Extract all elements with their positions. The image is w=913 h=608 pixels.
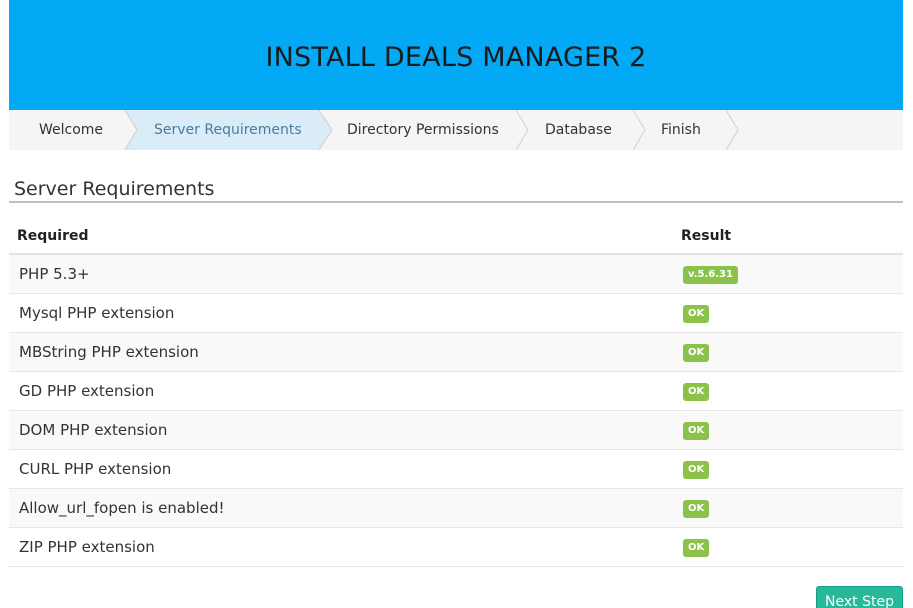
status-badge: OK [683,500,710,518]
table-row: PHP 5.3+ v.5.6.31 [9,255,903,294]
next-step-button[interactable]: Next Step [816,586,903,608]
page-title: INSTALL DEALS MANAGER 2 [265,41,647,73]
status-badge: OK [683,344,710,362]
requirement-name: Mysql PHP extension [19,304,175,322]
status-badge: OK [683,305,710,323]
table-row: CURL PHP extension OK [9,450,903,489]
requirement-name: GD PHP extension [19,382,155,400]
status-badge: OK [683,383,710,401]
chevron-right-icon [633,110,646,150]
table-header: Required Result [9,216,903,255]
column-header-result: Result [681,228,732,244]
step-label: Directory Permissions [347,122,499,138]
requirement-name: MBString PHP extension [19,343,199,361]
step-welcome[interactable]: Welcome [9,110,125,150]
step-label: Database [545,122,612,138]
step-server-requirements[interactable]: Server Requirements [127,110,325,150]
status-badge: OK [683,422,710,440]
status-badge: v.5.6.31 [683,266,738,284]
table-row: GD PHP extension OK [9,372,903,411]
step-label: Finish [661,122,701,138]
step-database[interactable]: Database [530,110,634,150]
requirements-table: Required Result PHP 5.3+ v.5.6.31 Mysql … [9,216,903,567]
requirement-name: DOM PHP extension [19,421,168,439]
status-badge: OK [683,461,710,479]
table-row: Mysql PHP extension OK [9,294,903,333]
requirement-name: CURL PHP extension [19,460,172,478]
step-finish[interactable]: Finish [647,110,727,150]
step-label: Welcome [39,122,104,138]
requirement-name: Allow_url_fopen is enabled! [19,499,225,517]
section-title: Server Requirements [14,178,215,200]
table-row: ZIP PHP extension OK [9,528,903,567]
section-divider [9,201,903,203]
installer-header: INSTALL DEALS MANAGER 2 [9,0,903,110]
column-header-required: Required [17,228,89,244]
step-label: Server Requirements [154,122,302,138]
chevron-right-icon [726,110,739,150]
wizard-steps: Welcome Server Requirements Directory Pe… [9,110,903,150]
table-row: DOM PHP extension OK [9,411,903,450]
chevron-right-icon [516,110,529,150]
table-row: MBString PHP extension OK [9,333,903,372]
step-directory-permissions[interactable]: Directory Permissions [333,110,517,150]
requirement-name: ZIP PHP extension [19,538,155,556]
requirement-name: PHP 5.3+ [19,265,90,283]
installer-page: INSTALL DEALS MANAGER 2 Welcome Server R… [0,0,913,608]
status-badge: OK [683,539,710,557]
table-row: Allow_url_fopen is enabled! OK [9,489,903,528]
